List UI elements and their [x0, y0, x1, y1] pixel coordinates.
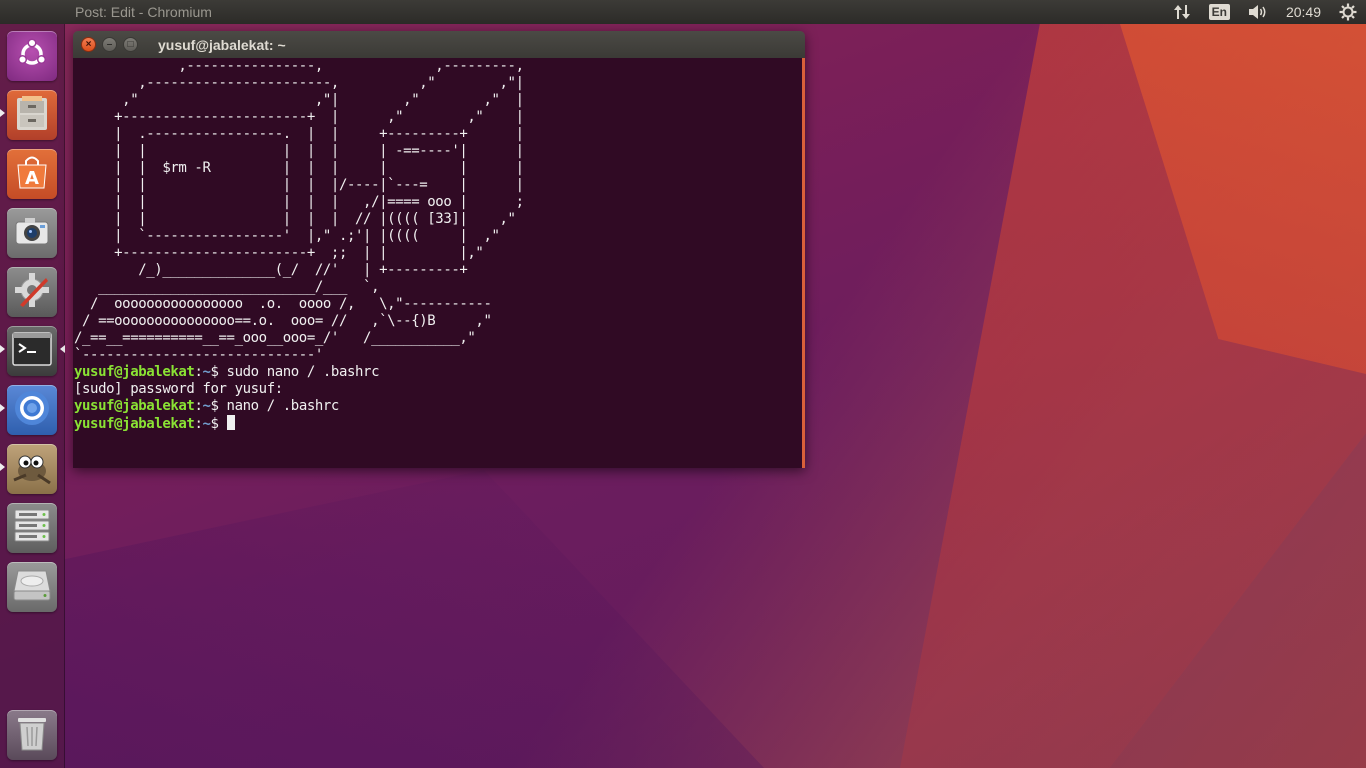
prompt-user-host: yusuf@jabalekat — [74, 398, 195, 414]
trash-icon — [15, 714, 49, 757]
ascii-art-line: | | | | | ,/|==== ooo | ; — [74, 194, 524, 210]
indicator-area: En 20:49 — [1164, 0, 1366, 24]
gimp-icon — [12, 449, 52, 490]
wallpaper-facet — [1120, 24, 1366, 374]
command-text: sudo nano / .bashrc — [218, 364, 380, 380]
ascii-art-line: ,-----------------------, ," ,"| — [74, 75, 524, 91]
ascii-art-line: `-----------------------------' — [74, 347, 323, 363]
prompt-symbol: $ — [210, 364, 219, 380]
close-icon: × — [85, 38, 92, 50]
ascii-art-line: | .-----------------. | | +---------+ | — [74, 126, 524, 142]
prompt-line: yusuf@jabalekat:~$ sudo nano / .bashrc — [74, 364, 380, 380]
chromium-launcher-button[interactable] — [7, 385, 57, 435]
top-panel: Post: Edit - Chromium En 20:49 — [0, 0, 1366, 24]
prompt-user-host: yusuf@jabalekat — [74, 364, 195, 380]
volume-icon[interactable] — [1239, 0, 1277, 24]
hard-disk-button[interactable] — [7, 562, 57, 612]
ascii-art-line: | | | | | | -==----'| | — [74, 143, 524, 159]
server-drives-button[interactable] — [7, 503, 57, 553]
prompt-line: yusuf@jabalekat:~$ nano / .bashrc — [74, 398, 340, 414]
ascii-art-line: | | | | | // |(((( [33]| ," — [74, 211, 516, 227]
launcher: A — [0, 24, 65, 768]
command-text: nano / .bashrc — [218, 398, 340, 414]
close-window-button[interactable]: × — [81, 37, 96, 52]
prompt-user-host: yusuf@jabalekat — [74, 416, 195, 432]
running-indicator — [0, 404, 5, 412]
prompt-line: yusuf@jabalekat:~$ — [74, 415, 802, 432]
active-app-title: Post: Edit - Chromium — [75, 4, 212, 20]
ubuntu-dash-button[interactable] — [7, 31, 57, 81]
terminal-content[interactable]: ,----------------, ,---------, ,--------… — [73, 58, 805, 468]
keyboard-layout-indicator[interactable]: En — [1200, 0, 1239, 24]
prompt-path: ~ — [202, 398, 211, 414]
keyboard-layout-label: En — [1208, 4, 1230, 20]
wallpaper-facet — [900, 24, 1366, 768]
ascii-art-line: ,----------------, ,---------, — [74, 58, 524, 74]
command-text — [219, 416, 227, 432]
session-gear-icon[interactable] — [1330, 0, 1366, 24]
ascii-art-line: ," ,"| ," ," | — [74, 92, 524, 108]
running-indicator — [0, 345, 5, 353]
camera-icon — [13, 212, 51, 255]
ubuntu-logo-icon — [15, 37, 49, 76]
chromium-icon — [13, 389, 51, 432]
clock[interactable]: 20:49 — [1277, 0, 1330, 24]
trash-button[interactable] — [7, 710, 57, 760]
prompt-path: ~ — [202, 416, 211, 432]
command-output-line: [sudo] password for yusuf: — [74, 381, 283, 397]
focused-indicator — [60, 345, 65, 353]
window-title: yusuf@jabalekat: ~ — [158, 36, 286, 53]
ascii-art-line: +-----------------------+ ;; | | |," — [74, 245, 484, 261]
network-updown-icon[interactable] — [1164, 0, 1200, 24]
gear-wrench-icon — [12, 270, 52, 315]
svg-text:A: A — [25, 168, 39, 189]
shotwell-button[interactable] — [7, 208, 57, 258]
terminal-window[interactable]: × – □ yusuf@jabalekat: ~ ,--------------… — [73, 31, 805, 468]
wallpaper-facet — [64, 470, 764, 768]
maximize-icon: □ — [127, 38, 134, 50]
running-indicator — [0, 109, 5, 117]
ubuntu-software-button[interactable]: A — [7, 149, 57, 199]
ascii-art-line: | `-----------------' |," .;'| |(((( | ,… — [74, 228, 500, 244]
window-titlebar[interactable]: × – □ yusuf@jabalekat: ~ — [73, 31, 805, 58]
terminal-output: ,----------------, ,---------, ,--------… — [74, 58, 802, 432]
maximize-window-button[interactable]: □ — [123, 37, 138, 52]
ascii-art-line: / oooooooooooooooo .o. oooo /, \,"------… — [74, 296, 492, 312]
terminal-icon — [12, 331, 52, 371]
running-indicator — [0, 463, 5, 471]
minimize-icon: – — [106, 38, 113, 50]
files-launcher-button[interactable] — [7, 90, 57, 140]
ascii-art-line: / ==ooooooooooooooo==.o. ooo= // ,`\--{)… — [74, 313, 492, 329]
ascii-art-line: | | | | |/----|`---= | | — [74, 177, 524, 193]
gimp-launcher-button[interactable] — [7, 444, 57, 494]
file-cabinet-icon — [13, 94, 51, 137]
server-rack-icon — [12, 508, 52, 549]
prompt-symbol: $ — [210, 398, 219, 414]
ascii-art-line: ___________________________/___ `, — [74, 279, 380, 295]
system-settings-button[interactable] — [7, 267, 57, 317]
shopping-bag-icon: A — [13, 153, 51, 196]
hard-disk-icon — [12, 567, 52, 608]
ascii-art-line: +-----------------------+ | ," ," | — [74, 109, 524, 125]
ascii-art-line: | | $rm -R | | | | | | — [74, 160, 524, 176]
terminal-launcher-button[interactable] — [7, 326, 57, 376]
prompt-symbol: $ — [210, 416, 219, 432]
minimize-window-button[interactable]: – — [102, 37, 117, 52]
prompt-path: ~ — [202, 364, 211, 380]
ascii-art-line: /_)______________(_/ //' | +---------+ — [74, 262, 468, 278]
ascii-art-line: /_==__==========__==_ooo__ooo=_/' /_____… — [74, 330, 476, 346]
text-cursor — [226, 415, 235, 430]
